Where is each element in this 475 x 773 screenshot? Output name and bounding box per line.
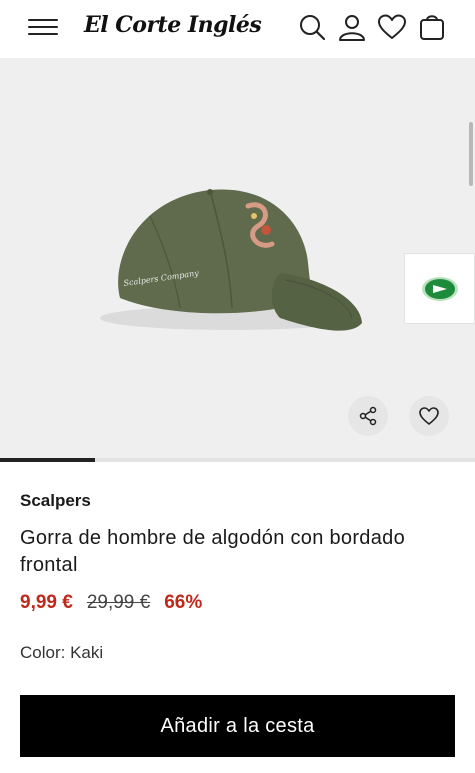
search-icon[interactable]	[297, 12, 327, 42]
top-header: El Corte Inglés	[0, 0, 475, 58]
gallery-progress	[0, 458, 475, 462]
gallery-progress-fill	[0, 458, 95, 462]
bag-icon[interactable]	[417, 12, 447, 42]
discount-badge: 66%	[164, 592, 203, 613]
page-scrollbar[interactable]	[469, 122, 473, 186]
wishlist-button[interactable]	[409, 396, 449, 436]
add-to-cart-button[interactable]: Añadir a la cesta	[20, 695, 455, 757]
user-icon[interactable]	[337, 12, 367, 42]
menu-icon[interactable]	[28, 14, 58, 40]
current-price: 9,99 €	[20, 592, 73, 613]
store-logo[interactable]: El Corte Inglés	[84, 12, 262, 38]
product-title: Gorra de hombre de algodón con bordado f…	[20, 527, 405, 576]
brand-link[interactable]: Scalpers	[20, 491, 91, 511]
share-icon	[359, 406, 377, 426]
color-label: Color: Kaki	[20, 643, 104, 662]
green-play-badge-icon	[421, 276, 458, 301]
share-button[interactable]	[348, 396, 388, 436]
heart-icon	[419, 407, 439, 425]
original-price: 29,99 €	[86, 592, 151, 613]
feature-badge[interactable]	[404, 253, 475, 324]
cap-product-image: Scalpers Company	[100, 189, 362, 331]
price-row: 9,99 € 29,99 € 66%	[20, 592, 202, 614]
heart-icon[interactable]	[377, 12, 407, 42]
product-gallery[interactable]: Scalpers Company	[0, 58, 475, 462]
